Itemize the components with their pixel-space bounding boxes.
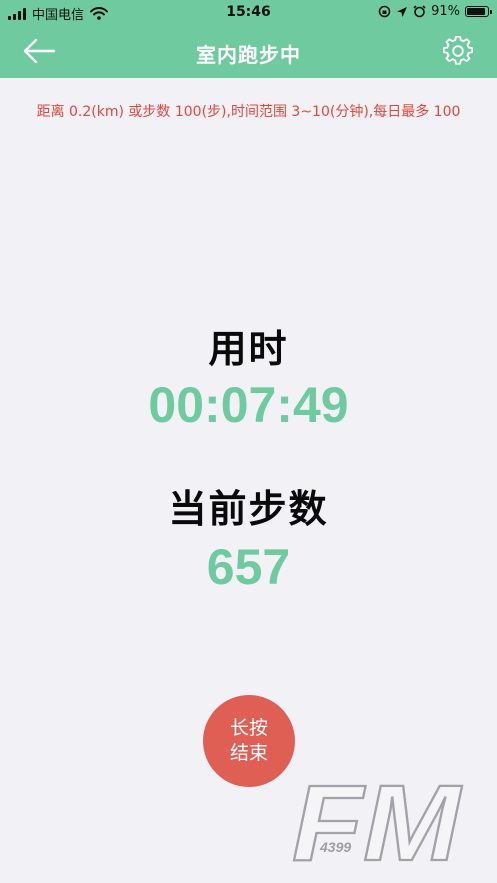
settings-button[interactable]: [442, 35, 474, 66]
end-button-line2: 结束: [229, 742, 268, 764]
rotation-lock-icon: [378, 5, 391, 18]
rule-notice: 距离 0.2(km) 或步数 100(步),时间范围 3~10(分钟),每日最多…: [36, 104, 461, 120]
nav-bar: 室内跑步中: [0, 26, 497, 78]
end-button-line1: 长按: [229, 717, 268, 739]
gear-icon: [442, 35, 474, 65]
elapsed-time-label: 用时: [208, 327, 289, 371]
status-bar: 中国电信 15:46 91%: [0, 0, 497, 26]
step-count-label: 当前步数: [168, 487, 329, 531]
fm-4399-watermark-logo: FM 4399: [291, 772, 463, 868]
alarm-icon: [413, 5, 426, 18]
battery-fill: [467, 8, 486, 15]
battery-percent: 91%: [431, 4, 460, 19]
battery-icon: [465, 6, 492, 17]
svg-text:FM: FM: [292, 772, 462, 868]
elapsed-time-value: 00:07:49: [148, 377, 349, 433]
location-arrow-icon: [397, 6, 408, 17]
svg-text:4399: 4399: [319, 839, 351, 855]
status-right: 91%: [378, 4, 492, 19]
page-title: 室内跑步中: [196, 43, 301, 67]
step-count-value: 657: [206, 539, 291, 595]
